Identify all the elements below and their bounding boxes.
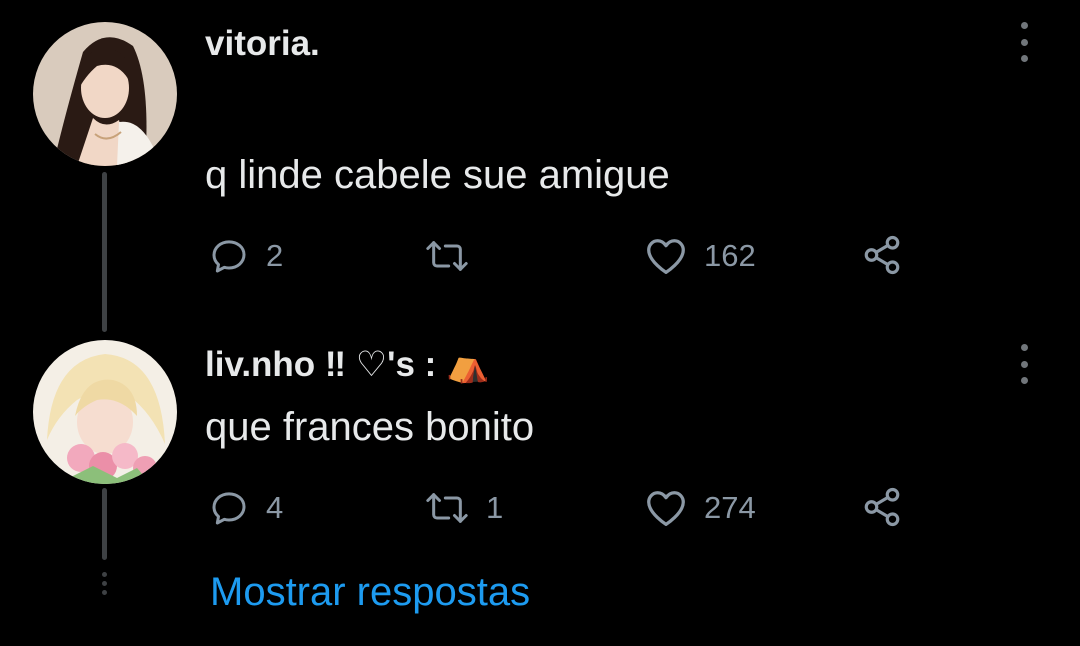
share-button[interactable] bbox=[860, 486, 904, 528]
thread-ellipsis-dots bbox=[99, 572, 109, 595]
avatar[interactable] bbox=[33, 340, 177, 484]
reply-icon bbox=[212, 240, 246, 273]
retweet-button[interactable]: 1 bbox=[424, 488, 503, 528]
retweet-icon bbox=[426, 241, 468, 271]
reply-count: 2 bbox=[266, 238, 284, 273]
retweet-button[interactable] bbox=[424, 236, 486, 276]
share-icon bbox=[864, 487, 900, 527]
thread-connector-line bbox=[102, 172, 107, 332]
share-button[interactable] bbox=[860, 234, 904, 276]
thread-connector-line bbox=[102, 488, 107, 560]
reply-count: 4 bbox=[266, 490, 284, 525]
share-icon bbox=[864, 235, 900, 275]
avatar-photo bbox=[33, 340, 177, 484]
reply-button[interactable]: 2 bbox=[208, 236, 283, 276]
like-button[interactable]: 162 bbox=[644, 236, 756, 276]
like-icon bbox=[647, 491, 685, 526]
avatar-photo bbox=[33, 22, 177, 166]
reply-icon bbox=[212, 492, 246, 525]
username[interactable]: liv.nho ‼ ♡'s : ⛺ bbox=[205, 344, 490, 385]
reply-button[interactable]: 4 bbox=[208, 488, 283, 528]
like-count: 162 bbox=[704, 238, 756, 273]
tweet-text: q linde cabele sue amigue bbox=[205, 153, 670, 197]
like-count: 274 bbox=[704, 490, 756, 525]
like-icon bbox=[647, 239, 685, 274]
like-button[interactable]: 274 bbox=[644, 488, 756, 528]
more-icon[interactable] bbox=[1012, 344, 1036, 384]
tweet-text: que frances bonito bbox=[205, 405, 535, 449]
username[interactable]: vitoria. bbox=[205, 24, 320, 64]
retweet-count: 1 bbox=[486, 490, 504, 525]
avatar[interactable] bbox=[33, 22, 177, 166]
show-replies-link[interactable]: Mostrar respostas bbox=[210, 570, 530, 615]
retweet-icon bbox=[426, 493, 468, 523]
more-icon[interactable] bbox=[1012, 22, 1036, 62]
